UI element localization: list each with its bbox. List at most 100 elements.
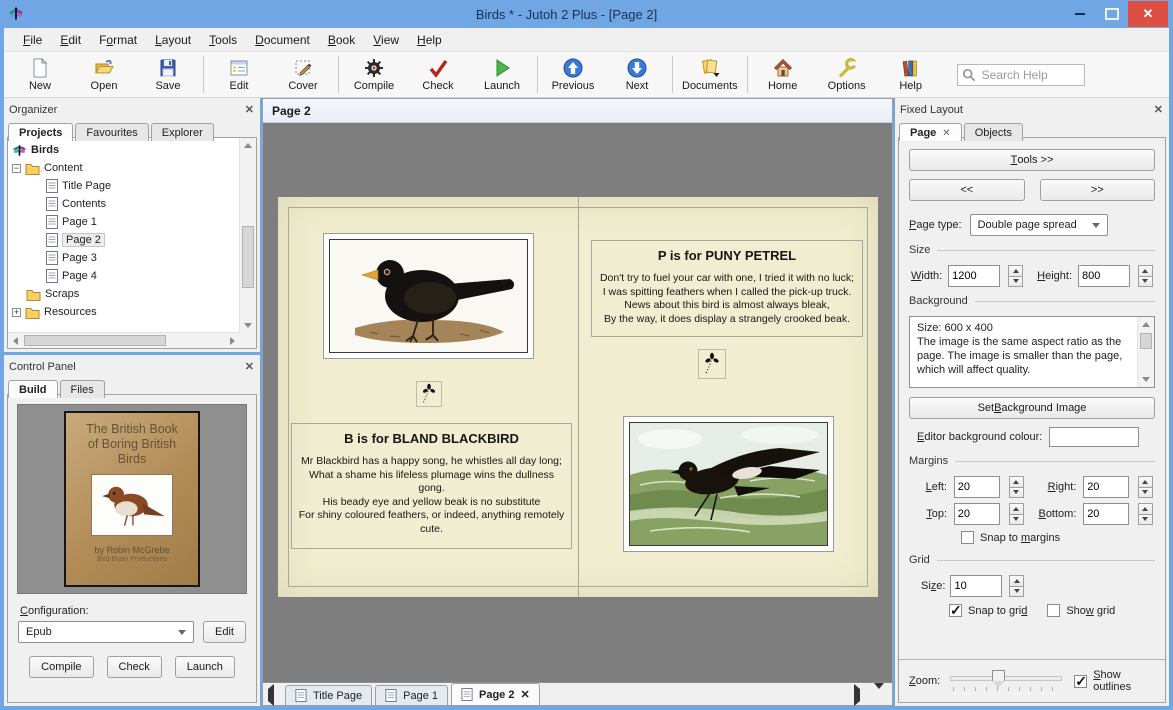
editor-background-colour-input[interactable]: [1049, 427, 1139, 447]
bottom-margin-input[interactable]: [1083, 503, 1129, 525]
tab-list-button[interactable]: [874, 689, 886, 701]
menu-format[interactable]: Format: [90, 30, 146, 50]
editor-canvas[interactable]: B is for BLAND BLACKBIRD Mr Blackbird ha…: [264, 123, 891, 682]
show-grid-checkbox[interactable]: [1047, 604, 1060, 617]
launch-button[interactable]: Launch: [470, 52, 534, 97]
tree-item-title-page[interactable]: Title Page: [12, 177, 238, 195]
configuration-select[interactable]: Epub: [18, 621, 194, 643]
grid-size-spinner[interactable]: [1009, 575, 1024, 597]
ornament-object[interactable]: [698, 349, 726, 379]
snap-to-margins-checkbox[interactable]: [961, 531, 974, 544]
tree-item-resources[interactable]: + Resources: [12, 303, 238, 321]
close-tab-icon[interactable]: ✕: [520, 688, 529, 701]
save-button[interactable]: Save: [136, 52, 200, 97]
collapse-icon[interactable]: −: [12, 164, 21, 173]
search-help-input[interactable]: [957, 64, 1085, 86]
previous-page-button[interactable]: <<: [909, 179, 1025, 201]
tree-item-content[interactable]: − Content: [12, 159, 238, 177]
menu-layout[interactable]: Layout: [146, 30, 200, 50]
page-type-select[interactable]: Double page spread: [970, 214, 1108, 236]
petrel-poem-object[interactable]: P is for PUNY PETREL Don't try to fuel y…: [591, 240, 863, 337]
slider-thumb[interactable]: [992, 670, 1005, 681]
edit-button[interactable]: Edit: [207, 52, 271, 97]
cover-button[interactable]: Cover: [271, 52, 335, 97]
menu-document[interactable]: Document: [246, 30, 319, 50]
control-panel-close-icon[interactable]: ✕: [245, 362, 254, 373]
zoom-slider[interactable]: [950, 667, 1062, 695]
close-tab-icon[interactable]: ✕: [942, 128, 950, 139]
tools-button[interactable]: Tools >>: [909, 149, 1155, 171]
left-margin-spinner[interactable]: [1009, 476, 1024, 498]
maximize-button[interactable]: [1096, 2, 1128, 26]
next-page-button[interactable]: >>: [1040, 179, 1156, 201]
info-scrollbar[interactable]: [1137, 317, 1154, 387]
next-button[interactable]: Next: [605, 52, 669, 97]
tree-item-page-2[interactable]: Page 2: [12, 231, 238, 249]
height-input[interactable]: [1078, 265, 1130, 287]
tree-item-page-4[interactable]: Page 4: [12, 267, 238, 285]
bottom-margin-spinner[interactable]: [1138, 503, 1153, 525]
tree-horizontal-scrollbar[interactable]: [8, 332, 240, 348]
organizer-close-icon[interactable]: ✕: [245, 105, 254, 116]
edit-configuration-button[interactable]: Edit: [203, 621, 246, 643]
compile-button[interactable]: Compile: [342, 52, 406, 97]
tab-scroll-left-button[interactable]: [268, 689, 280, 701]
show-outlines-checkbox[interactable]: [1074, 675, 1087, 688]
tree-vertical-scrollbar[interactable]: [239, 138, 256, 333]
previous-button[interactable]: Previous: [541, 52, 605, 97]
width-input[interactable]: [948, 265, 1000, 287]
menu-tools[interactable]: Tools: [200, 30, 246, 50]
doc-tab-page-2[interactable]: Page 2 ✕: [451, 683, 540, 705]
tab-favourites[interactable]: Favourites: [75, 123, 148, 141]
open-button[interactable]: Open: [72, 52, 136, 97]
menu-file[interactable]: File: [14, 30, 51, 50]
menu-help[interactable]: Help: [408, 30, 451, 50]
close-button[interactable]: ✕: [1128, 1, 1168, 27]
fixed-layout-close-icon[interactable]: ✕: [1154, 105, 1163, 116]
tab-files[interactable]: Files: [60, 380, 105, 398]
scrollbar-thumb[interactable]: [1140, 333, 1152, 349]
new-button[interactable]: New: [8, 52, 72, 97]
right-margin-input[interactable]: [1083, 476, 1129, 498]
left-margin-input[interactable]: [954, 476, 1000, 498]
tab-scroll-right-button[interactable]: [854, 689, 866, 701]
scrollbar-thumb[interactable]: [242, 226, 254, 288]
tab-explorer[interactable]: Explorer: [151, 123, 214, 141]
expand-icon[interactable]: +: [12, 308, 21, 317]
height-spinner[interactable]: [1138, 265, 1153, 287]
documents-button[interactable]: Documents: [676, 52, 744, 97]
width-spinner[interactable]: [1008, 265, 1023, 287]
options-button[interactable]: Options: [815, 52, 879, 97]
petrel-image-object[interactable]: [623, 416, 834, 552]
tree-item-contents[interactable]: Contents: [12, 195, 238, 213]
help-button[interactable]: Help: [879, 52, 943, 97]
tab-build[interactable]: Build: [8, 380, 58, 398]
tree-item-page-1[interactable]: Page 1: [12, 213, 238, 231]
right-margin-spinner[interactable]: [1138, 476, 1153, 498]
blackbird-image-object[interactable]: [323, 233, 534, 359]
tab-projects[interactable]: Projects: [8, 123, 73, 141]
doc-tab-page-1[interactable]: Page 1: [375, 685, 448, 705]
tab-objects[interactable]: Objects: [964, 123, 1023, 141]
tree-item-birds[interactable]: Birds: [12, 141, 238, 159]
tree-item-page-3[interactable]: Page 3: [12, 249, 238, 267]
snap-to-grid-checkbox[interactable]: [949, 604, 962, 617]
compile-panel-button[interactable]: Compile: [29, 656, 93, 678]
minimize-button[interactable]: [1064, 2, 1096, 26]
menu-book[interactable]: Book: [319, 30, 364, 50]
slider-track[interactable]: [950, 676, 1062, 681]
top-margin-spinner[interactable]: [1009, 503, 1024, 525]
set-background-image-button[interactable]: Set Background Image: [909, 397, 1155, 419]
scrollbar-thumb[interactable]: [24, 335, 166, 346]
grid-size-input[interactable]: [950, 575, 1002, 597]
check-button[interactable]: Check: [406, 52, 470, 97]
tab-page[interactable]: Page ✕: [899, 123, 962, 141]
home-button[interactable]: Home: [751, 52, 815, 97]
doc-tab-title-page[interactable]: Title Page: [285, 685, 372, 705]
check-panel-button[interactable]: Check: [107, 656, 162, 678]
tree-item-scraps[interactable]: Scraps: [12, 285, 238, 303]
launch-panel-button[interactable]: Launch: [175, 656, 235, 678]
top-margin-input[interactable]: [954, 503, 1000, 525]
blackbird-poem-object[interactable]: B is for BLAND BLACKBIRD Mr Blackbird ha…: [291, 423, 572, 549]
menu-edit[interactable]: Edit: [51, 30, 90, 50]
